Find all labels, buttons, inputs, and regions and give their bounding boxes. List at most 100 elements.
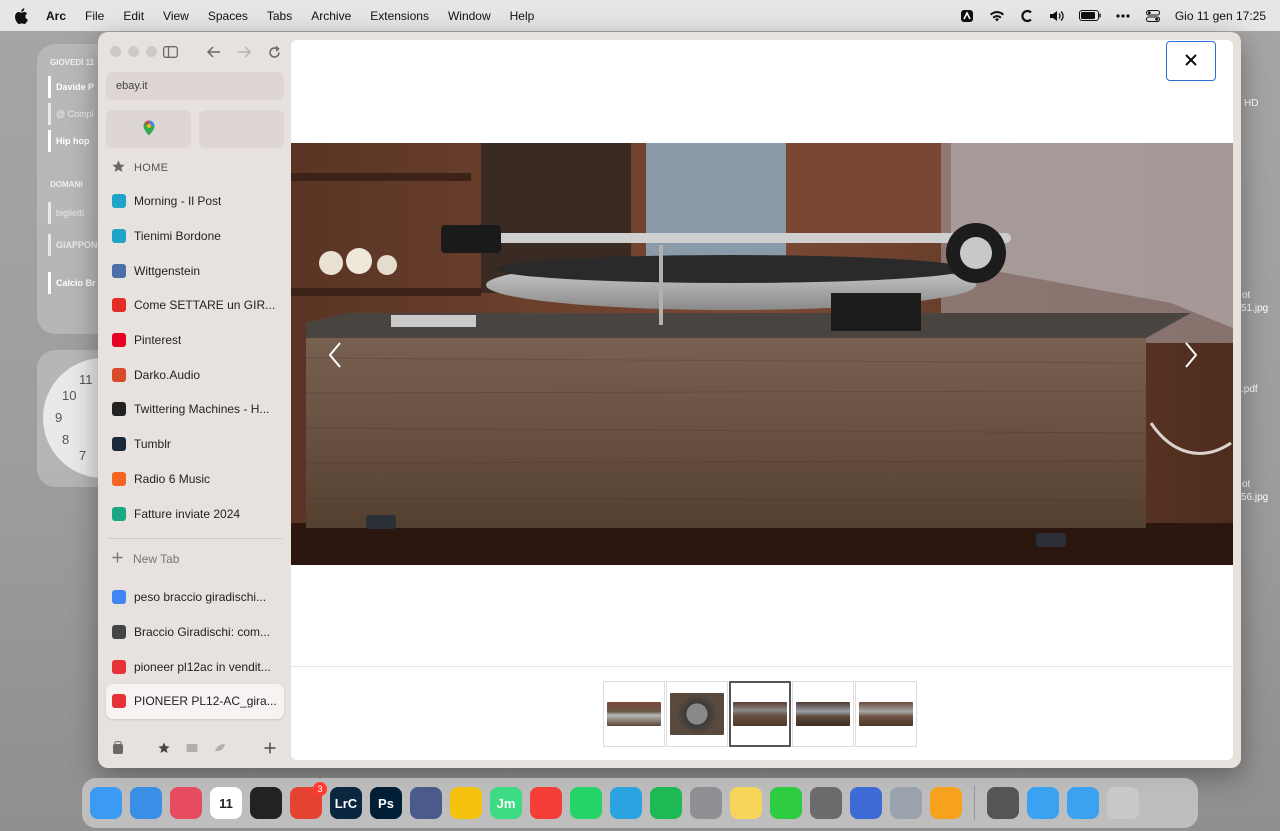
pinned-tab[interactable]: Twittering Machines - H... — [106, 392, 284, 427]
sync-icon[interactable] — [450, 787, 482, 819]
spaces-mail-icon[interactable] — [184, 740, 200, 756]
sidebar-footer — [98, 736, 290, 760]
favorite-google-maps[interactable] — [106, 110, 191, 148]
preview-icon[interactable] — [850, 787, 882, 819]
telegram-icon[interactable] — [610, 787, 642, 819]
zoom-window-button[interactable] — [146, 46, 157, 57]
trash-icon[interactable] — [1107, 787, 1139, 819]
camera-icon[interactable] — [987, 787, 1019, 819]
notes-icon[interactable] — [730, 787, 762, 819]
control-center-icon[interactable] — [1145, 9, 1161, 23]
desktop-file-label[interactable]: ot — [1242, 479, 1250, 490]
todoist-icon[interactable]: 3 — [290, 782, 327, 819]
mail-icon[interactable] — [130, 787, 162, 819]
thumbnail[interactable] — [603, 681, 665, 747]
pinned-tab[interactable]: Wittgenstein — [106, 253, 284, 288]
pinned-tab[interactable]: Come SETTARE un GIR... — [106, 288, 284, 323]
facetime-icon[interactable] — [770, 787, 802, 819]
menu-archive[interactable]: Archive — [311, 9, 351, 23]
pinned-tab[interactable]: Tienimi Bordone — [106, 219, 284, 254]
applications-folder-icon[interactable] — [1027, 787, 1059, 819]
menu-help[interactable]: Help — [510, 9, 535, 23]
minimize-window-button[interactable] — [128, 46, 139, 57]
menubar-clock[interactable]: Gio 11 gen 17:25 — [1175, 9, 1266, 23]
pinned-tab[interactable]: Darko.Audio — [106, 357, 284, 392]
menu-view[interactable]: View — [163, 9, 189, 23]
menu-file[interactable]: File — [85, 9, 104, 23]
forward-arrow-icon[interactable] — [236, 44, 252, 60]
thumbnail[interactable] — [792, 681, 854, 747]
clock-number: 9 — [55, 410, 63, 425]
aperture-icon[interactable] — [410, 787, 442, 819]
menu-bar: Arc File Edit View Spaces Tabs Archive E… — [0, 0, 1280, 31]
active-tab[interactable]: PIONEER PL12-AC_gira... — [106, 684, 284, 719]
open-tab[interactable]: Braccio Giradischi: com... — [106, 615, 284, 650]
next-image-icon[interactable] — [1179, 340, 1203, 370]
desktop-file-label[interactable]: ot — [1242, 290, 1250, 301]
photoshop-icon[interactable]: Ps — [370, 787, 402, 819]
pinned-tab-title: Tienimi Bordone — [134, 229, 221, 244]
system-settings-icon[interactable] — [690, 787, 722, 819]
pinned-tab[interactable]: Tumblr — [106, 427, 284, 462]
downloads-folder-icon[interactable] — [1067, 787, 1099, 819]
library-icon[interactable] — [110, 740, 126, 756]
menu-tabs[interactable]: Tabs — [267, 9, 292, 23]
finder-window-icon[interactable] — [890, 787, 922, 819]
folder-home[interactable]: HOME — [112, 160, 168, 176]
desktop-file-label[interactable]: .pdf — [1241, 384, 1258, 395]
pinned-tab[interactable]: Pinterest — [106, 323, 284, 358]
tumblr-icon — [112, 437, 126, 452]
finder-icon[interactable] — [90, 787, 122, 819]
more-icon[interactable] — [1115, 9, 1131, 23]
thumbnail[interactable] — [666, 681, 728, 747]
url-bar[interactable]: ebay.it — [106, 72, 284, 100]
whatsapp-icon[interactable] — [570, 787, 602, 819]
screenshot-icon[interactable] — [810, 787, 842, 819]
favorite-empty-slot[interactable] — [199, 110, 284, 148]
toggle-sidebar-icon[interactable] — [162, 44, 178, 60]
open-tab[interactable]: peso braccio giradischi... — [106, 580, 284, 615]
spreadsheet-icon — [112, 506, 126, 521]
calendar-icon[interactable]: 11 — [210, 787, 242, 819]
desktop-file-label[interactable]: 51.jpg — [1241, 303, 1268, 314]
pinned-tab[interactable]: Morning - Il Post — [106, 184, 284, 219]
lightroom-classic-icon[interactable]: LrC — [330, 787, 362, 819]
spaces-star-icon[interactable] — [156, 740, 172, 756]
thumbnail[interactable] — [855, 681, 917, 747]
menu-edit[interactable]: Edit — [123, 9, 144, 23]
apple-logo-icon[interactable] — [14, 7, 30, 24]
volume-icon[interactable] — [1049, 9, 1065, 23]
close-viewer-button[interactable] — [1166, 41, 1216, 81]
menu-spaces[interactable]: Spaces — [208, 9, 248, 23]
spaces-leaf-icon[interactable] — [212, 740, 228, 756]
back-arrow-icon[interactable] — [206, 44, 222, 60]
menu-extensions[interactable]: Extensions — [370, 9, 429, 23]
spotify-icon[interactable] — [650, 787, 682, 819]
desktop-drive-label[interactable]: HD — [1244, 98, 1258, 109]
arc-browser-window: ebay.it HOME Morning - Il Post Tienimi Bo… — [98, 32, 1241, 768]
pinned-tab-title: Fatture inviate 2024 — [134, 506, 241, 521]
pinned-tab[interactable]: Radio 6 Music — [106, 462, 284, 497]
pinned-tab-title: Radio 6 Music — [134, 471, 211, 486]
battery-icon[interactable] — [1078, 9, 1101, 23]
wifi-icon[interactable] — [989, 9, 1005, 23]
arc-icon[interactable] — [170, 787, 202, 819]
close-window-button[interactable] — [110, 46, 121, 57]
open-tab[interactable]: pioneer pl12ac in vendit... — [106, 649, 284, 684]
speedometer-icon[interactable] — [250, 787, 282, 819]
jm-icon[interactable]: Jm — [490, 787, 522, 819]
c-status-icon[interactable] — [1019, 9, 1035, 23]
previous-image-icon[interactable] — [323, 340, 347, 370]
menu-window[interactable]: Window — [448, 9, 491, 23]
thumbnail-selected[interactable] — [729, 681, 791, 747]
desktop-file-label[interactable]: 56.jpg — [1241, 492, 1268, 503]
pencil-icon[interactable] — [930, 787, 962, 819]
reload-icon[interactable] — [266, 44, 282, 60]
pocket-casts-icon[interactable] — [530, 787, 562, 819]
product-photo[interactable] — [291, 143, 1233, 565]
menu-app-name[interactable]: Arc — [46, 9, 66, 23]
new-tab-button[interactable]: New Tab — [112, 552, 179, 566]
add-space-icon[interactable] — [262, 740, 278, 756]
pinned-tab[interactable]: Fatture inviate 2024 — [106, 496, 284, 531]
arc-status-icon[interactable] — [959, 9, 975, 23]
